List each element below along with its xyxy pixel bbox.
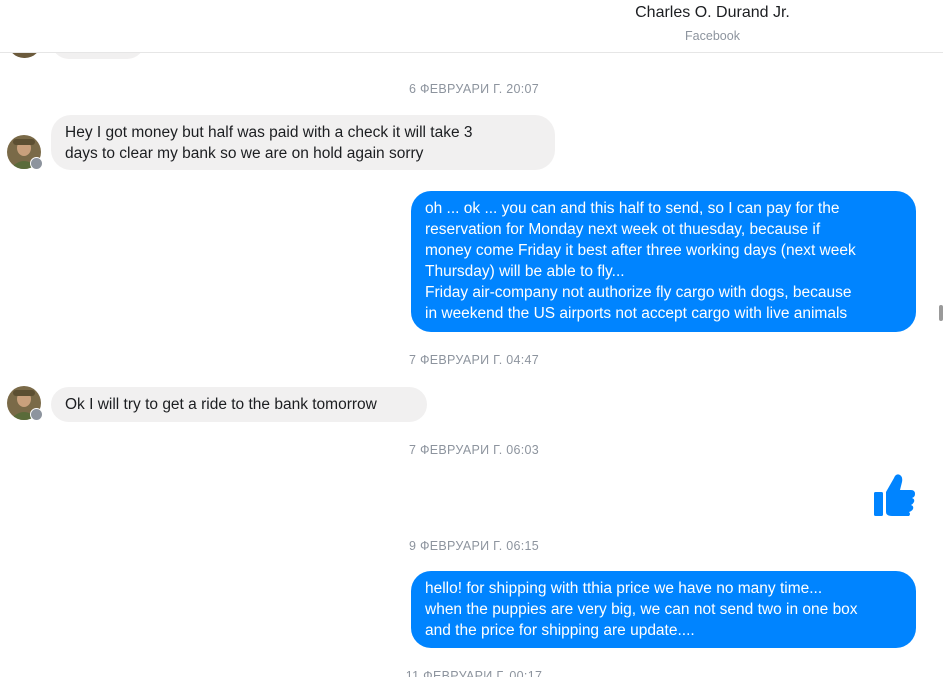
contact-name[interactable]: Charles O. Durand Jr. bbox=[600, 4, 825, 22]
thumbs-up-icon[interactable] bbox=[872, 472, 916, 518]
messenger-badge-icon bbox=[30, 408, 43, 421]
timestamp-divider: 9 ФЕВРУАРИ Г. 06:15 bbox=[408, 539, 540, 553]
scrollbar-thumb[interactable] bbox=[939, 305, 943, 321]
timestamp-divider: 7 ФЕВРУАРИ Г. 06:03 bbox=[408, 443, 540, 457]
timestamp-divider: 11 ФЕВРУАРИ Г. 00:17 bbox=[405, 669, 543, 677]
contact-source: Facebook bbox=[685, 29, 740, 43]
conversation-window: Charles O. Durand Jr. Facebook 6 ФЕВРУАР… bbox=[0, 0, 943, 677]
message-bubble-outgoing[interactable]: oh ... ok ... you can and this half to s… bbox=[411, 191, 916, 332]
timestamp-divider: 7 ФЕВРУАРИ Г. 04:47 bbox=[408, 353, 540, 367]
messenger-badge-icon bbox=[30, 157, 43, 170]
message-bubble-incoming[interactable]: Ok I will try to get a ride to the bank … bbox=[51, 387, 427, 422]
timestamp-divider: 6 ФЕВРУАРИ Г. 20:07 bbox=[408, 82, 540, 96]
message-bubble-outgoing[interactable]: hello! for shipping with tthia price we … bbox=[411, 571, 916, 648]
conversation-header: Charles O. Durand Jr. Facebook bbox=[0, 0, 943, 53]
message-bubble-incoming[interactable]: Hey I got money but half was paid with a… bbox=[51, 115, 555, 170]
